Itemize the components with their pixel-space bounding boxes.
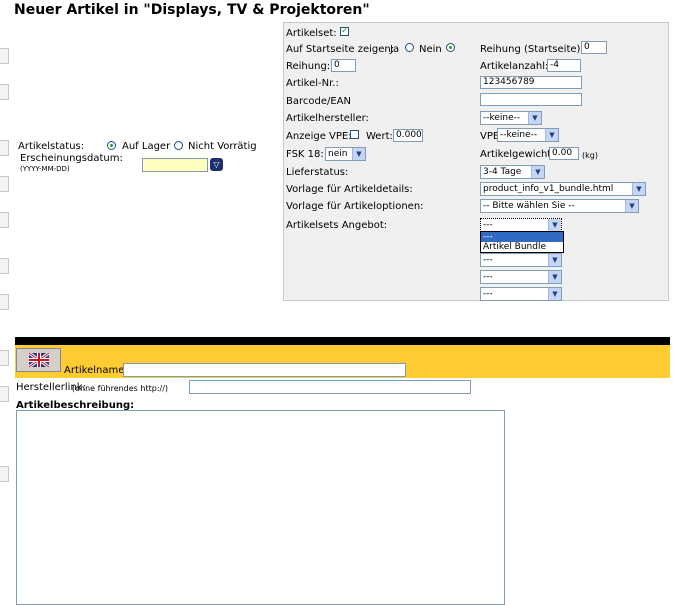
sidebar-tab[interactable] (0, 386, 9, 402)
quantity-input[interactable]: -4 (547, 59, 581, 72)
chevron-down-icon: ▼ (528, 112, 541, 124)
vpe-show-label: Anzeige VPE: (286, 131, 352, 142)
template-options-select[interactable]: -- Bitte wählen Sie -- ▼ (480, 199, 639, 213)
release-date-input[interactable] (142, 158, 208, 172)
sidebar-tab[interactable] (0, 176, 9, 192)
manufacturer-select[interactable]: --keine-- ▼ (480, 111, 542, 125)
name-input[interactable] (123, 363, 406, 377)
chevron-down-icon: ▼ (545, 129, 558, 141)
chevron-down-icon: ▼ (548, 271, 561, 283)
dropdown-option[interactable]: --- (481, 232, 563, 242)
language-flag-button[interactable] (16, 348, 61, 372)
template-options-select-value: -- Bitte wählen Sie -- (483, 201, 575, 211)
startpage-label: Auf Startseite zeigen: (286, 44, 395, 55)
link-input[interactable] (189, 380, 471, 394)
section-divider (15, 337, 670, 345)
vpe-show-checkbox[interactable] (350, 130, 359, 139)
chevron-down-icon: ▼ (531, 166, 544, 178)
template-details-select[interactable]: product_info_v1_bundle.html ▼ (480, 182, 646, 196)
description-textarea[interactable] (16, 410, 505, 605)
vpe-select[interactable]: --keine-- ▼ (497, 128, 559, 142)
sets-label: Artikelsets Angebot: (286, 220, 388, 231)
artnr-label: Artikel-Nr.: (286, 78, 339, 89)
sets-select-value: --- (483, 289, 493, 299)
vpe-value-input[interactable]: 0.0000 (393, 129, 423, 142)
sets-select-value: --- (483, 272, 493, 282)
sets-select[interactable]: --- ▼ (480, 270, 562, 284)
calendar-icon[interactable]: ▽ (210, 158, 223, 171)
sort-label: Reihung: (286, 61, 331, 72)
chevron-down-icon: ▼ (625, 200, 638, 212)
chevron-down-icon: ▼ (548, 288, 561, 300)
quantity-label: Artikelanzahl: (480, 61, 549, 72)
name-label: Artikelname: (64, 365, 128, 376)
sidebar-tab[interactable] (0, 466, 9, 482)
status-not-available-radio[interactable] (174, 141, 183, 150)
uk-flag-icon (29, 353, 49, 367)
chevron-down-icon: ▼ (632, 183, 645, 195)
chevron-down-icon: ▼ (548, 254, 561, 266)
template-options-label: Vorlage für Artikeloptionen: (286, 201, 424, 212)
delivery-select[interactable]: 3-4 Tage ▼ (480, 165, 545, 179)
page-title: Neuer Artikel in "Displays, TV & Projekt… (14, 2, 370, 18)
barcode-input[interactable] (480, 93, 582, 106)
chevron-down-icon: ▼ (548, 219, 561, 231)
status-in-stock-label: Auf Lager (122, 141, 171, 152)
sidebar-tab[interactable] (0, 294, 9, 310)
weight-input[interactable]: 0.00 (549, 147, 579, 160)
weight-unit: (kg) (582, 151, 598, 160)
fsk-select[interactable]: nein ▼ (325, 147, 366, 161)
manufacturer-label: Artikelhersteller: (286, 113, 369, 124)
status-not-available-label: Nicht Vorrätig (188, 141, 257, 152)
status-in-stock-radio[interactable] (107, 141, 116, 150)
artnr-input[interactable]: 123456789 (480, 76, 582, 89)
release-date-label: Erscheinungsdatum: (20, 153, 123, 164)
link-hint: (ohne führendes http://) (72, 384, 169, 393)
status-label: Artikelstatus: (18, 141, 85, 152)
artikelset-checkbox[interactable]: ✓ (340, 27, 349, 36)
barcode-label: Barcode/EAN (286, 96, 352, 107)
vpe-select-value: --keine-- (500, 130, 538, 140)
artikelset-label: Artikelset: (286, 28, 337, 39)
sets-select-value: --- (483, 220, 493, 230)
sidebar-tab[interactable] (0, 48, 9, 64)
fsk-label: FSK 18: (286, 149, 324, 160)
startpage-no-radio[interactable] (446, 43, 455, 52)
manufacturer-select-value: --keine-- (483, 113, 521, 123)
sidebar-tab[interactable] (0, 258, 9, 274)
sort-startpage-label: Reihung (Startseite): (480, 44, 584, 55)
template-details-label: Vorlage für Artikeldetails: (286, 184, 413, 195)
sets-select-value: --- (483, 255, 493, 265)
sort-startpage-input[interactable]: 0 (581, 41, 607, 54)
vpe-value-label: Wert: (366, 131, 393, 142)
delivery-select-value: 3-4 Tage (483, 167, 522, 177)
weight-label: Artikelgewicht: (480, 149, 555, 160)
sidebar-tab[interactable] (0, 84, 9, 100)
startpage-no-label: Nein (419, 44, 442, 55)
sets-dropdown-list: --- Artikel Bundle (480, 231, 564, 253)
sidebar-tab[interactable] (0, 140, 9, 156)
sort-input[interactable]: 0 (331, 59, 356, 72)
chevron-down-icon: ▼ (352, 148, 365, 160)
template-details-select-value: product_info_v1_bundle.html (483, 184, 614, 194)
startpage-yes-radio[interactable] (405, 43, 414, 52)
sets-select[interactable]: --- ▼ (480, 287, 562, 301)
sets-select[interactable]: --- ▼ (480, 253, 562, 267)
sidebar-tab[interactable] (0, 212, 9, 228)
delivery-label: Lieferstatus: (286, 167, 349, 178)
fsk-select-value: nein (328, 149, 348, 159)
sidebar-tab[interactable] (0, 350, 9, 366)
release-date-format: (YYYY-MM-DD) (20, 165, 70, 173)
sets-select[interactable]: --- ▼ (480, 218, 562, 232)
dropdown-option[interactable]: Artikel Bundle (481, 242, 563, 252)
startpage-yes-label: Ja (390, 44, 400, 55)
